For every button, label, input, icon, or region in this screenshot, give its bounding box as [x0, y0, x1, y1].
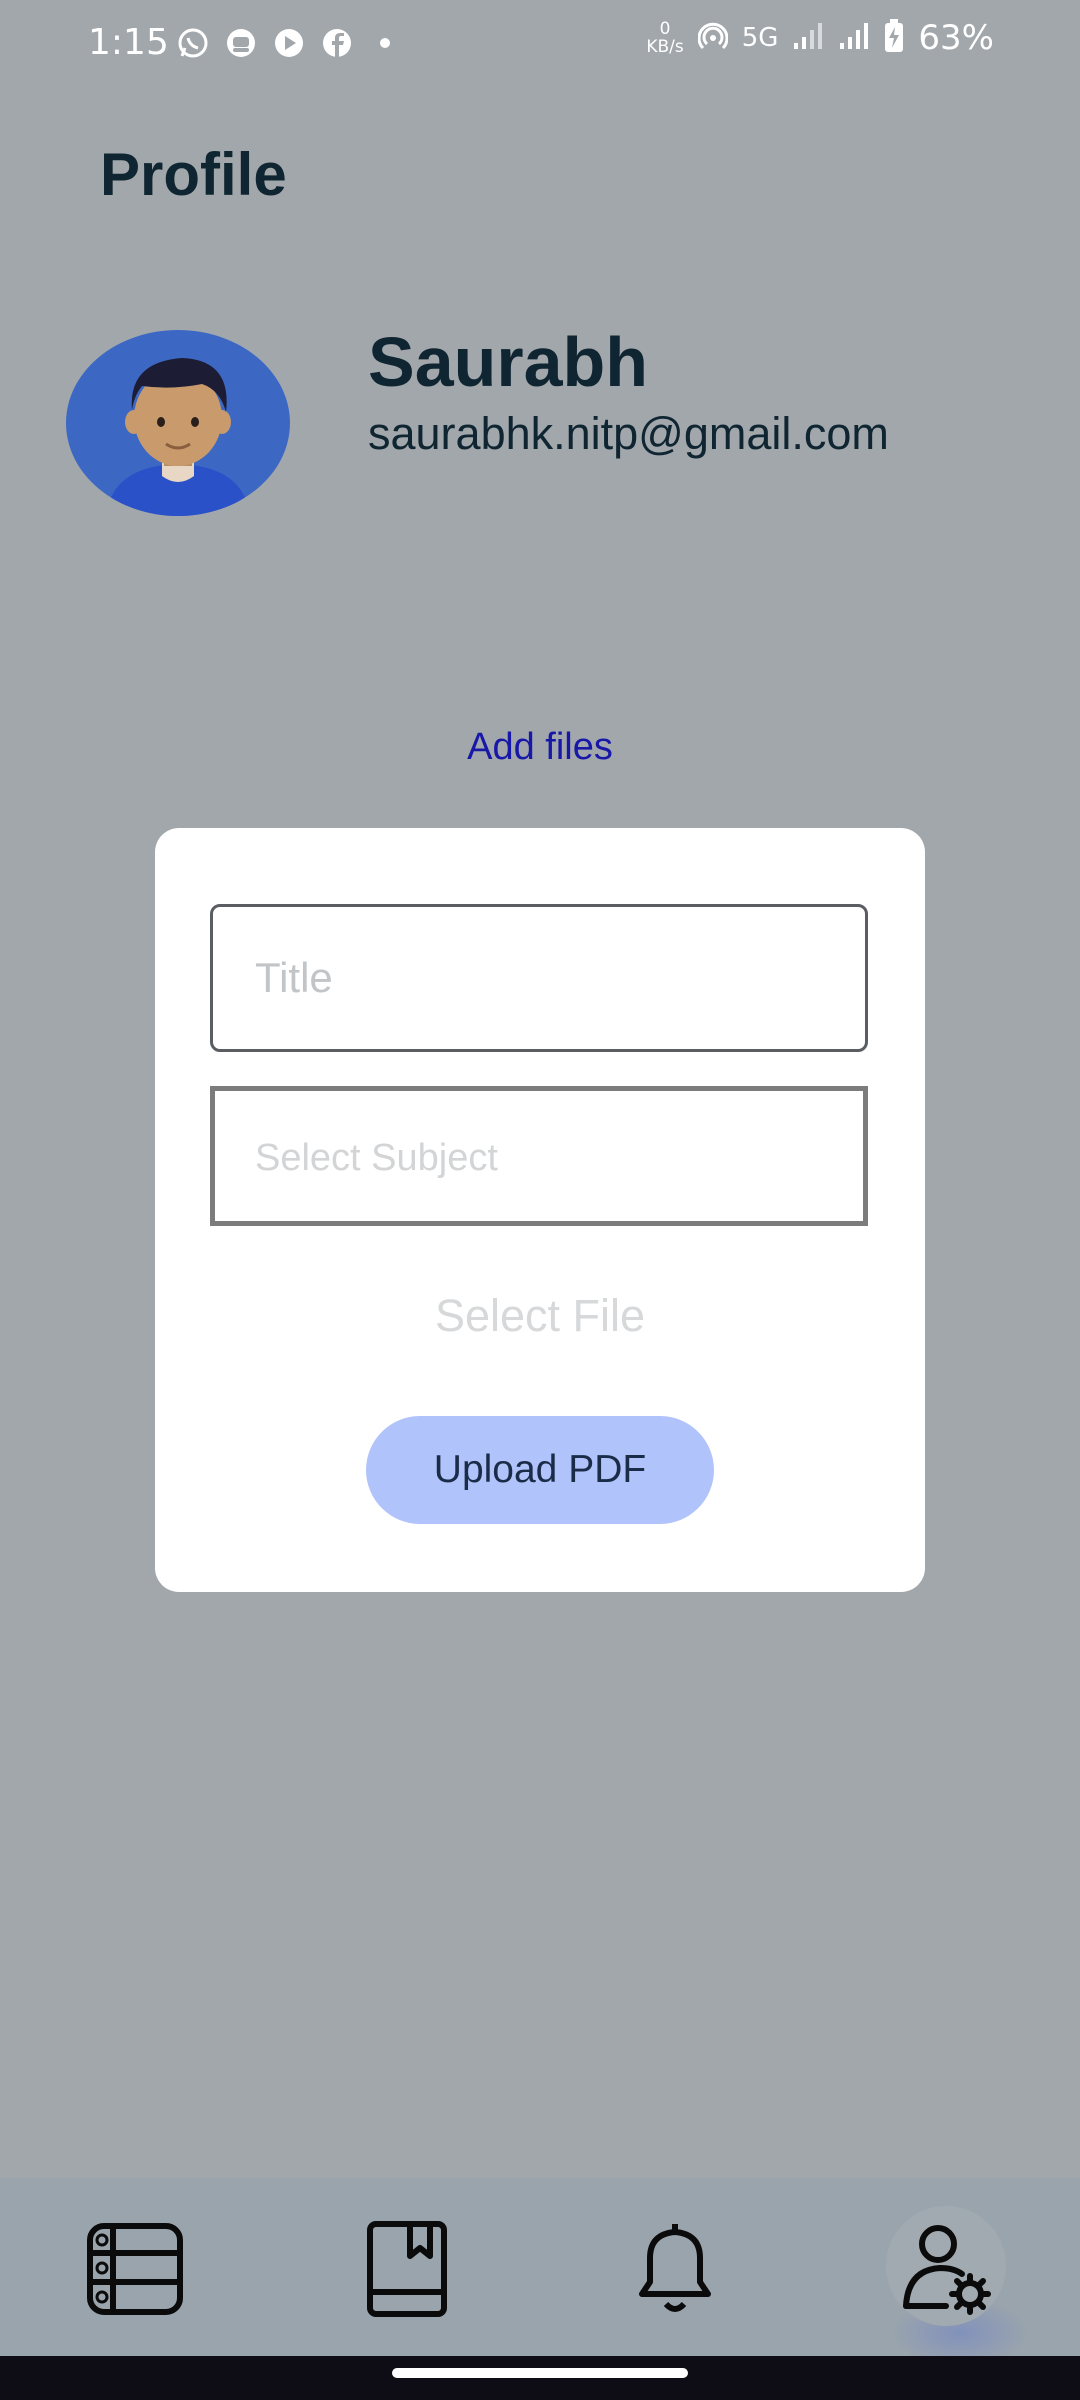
subject-select-placeholder: Select Subject: [255, 1137, 498, 1179]
add-files-link[interactable]: Add files: [0, 726, 1080, 769]
status-time: 1:15: [88, 22, 169, 63]
network-type: 5G: [741, 23, 779, 53]
upload-pdf-button[interactable]: Upload PDF: [366, 1416, 714, 1524]
signal-icon-1: [792, 21, 824, 55]
bell-icon[interactable]: [620, 2214, 730, 2324]
bottom-nav: [0, 2178, 1080, 2368]
facebook-icon: [320, 26, 354, 60]
net-speed: 0 KB/s: [646, 20, 683, 56]
dot-icon: [368, 26, 402, 60]
user-settings-icon[interactable]: [892, 2214, 1002, 2324]
whatsapp-icon: [176, 26, 210, 60]
page-title: Profile: [100, 141, 287, 208]
status-bar: 1:15 0 KB/s 5G 63%: [0, 0, 1080, 90]
hotspot-icon: [697, 21, 729, 55]
net-speed-value: 0: [659, 19, 671, 39]
chat-bot-icon: [224, 26, 258, 60]
subject-select[interactable]: Select Subject: [210, 1086, 868, 1226]
status-right: 0 KB/s 5G 63%: [646, 18, 994, 58]
add-files-card: Select Subject Select File Upload PDF: [155, 828, 925, 1592]
select-file-button[interactable]: Select File: [155, 1290, 925, 1342]
notification-icons: [176, 26, 402, 60]
net-speed-unit: KB/s: [646, 37, 684, 57]
book-icon[interactable]: [352, 2214, 462, 2324]
gesture-bar: [0, 2356, 1080, 2400]
list-icon[interactable]: [80, 2214, 190, 2324]
youtube-icon: [272, 26, 306, 60]
battery-charging-icon: [884, 19, 904, 57]
user-name: Saurabh: [368, 323, 649, 401]
title-input[interactable]: [210, 904, 868, 1052]
home-gesture-handle[interactable]: [392, 2368, 688, 2378]
avatar: [66, 330, 290, 516]
battery-level: 63%: [918, 18, 994, 58]
signal-icon-2: [838, 21, 870, 55]
user-email: saurabhk.nitp@gmail.com: [368, 408, 889, 459]
